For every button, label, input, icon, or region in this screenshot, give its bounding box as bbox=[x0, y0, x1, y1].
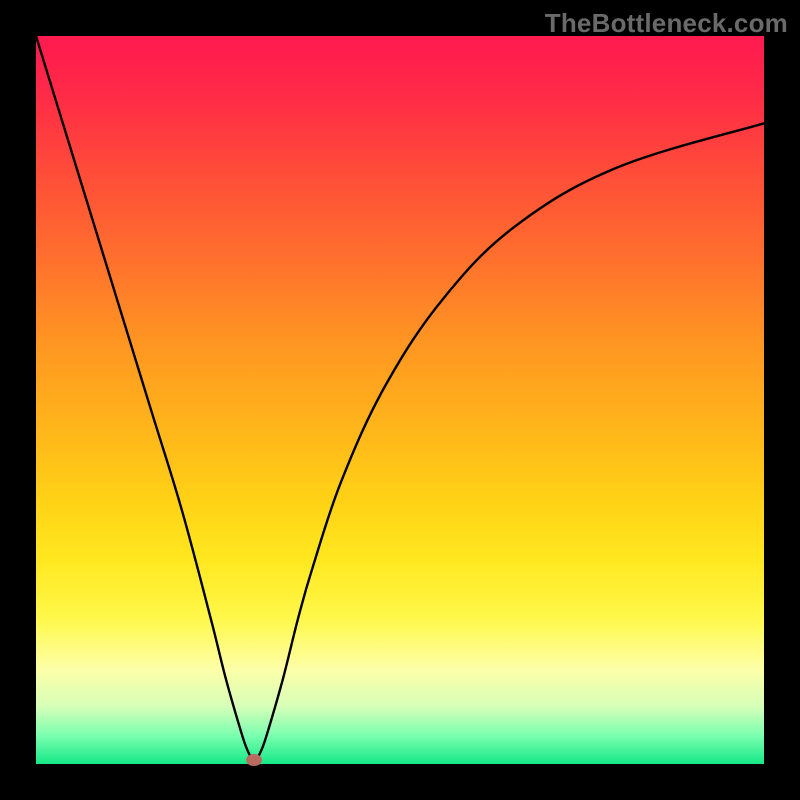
chart-frame: TheBottleneck.com bbox=[0, 0, 800, 800]
watermark-text: TheBottleneck.com bbox=[545, 8, 788, 39]
minimum-marker bbox=[246, 754, 262, 766]
bottleneck-curve bbox=[36, 36, 764, 764]
plot-area bbox=[36, 36, 764, 764]
